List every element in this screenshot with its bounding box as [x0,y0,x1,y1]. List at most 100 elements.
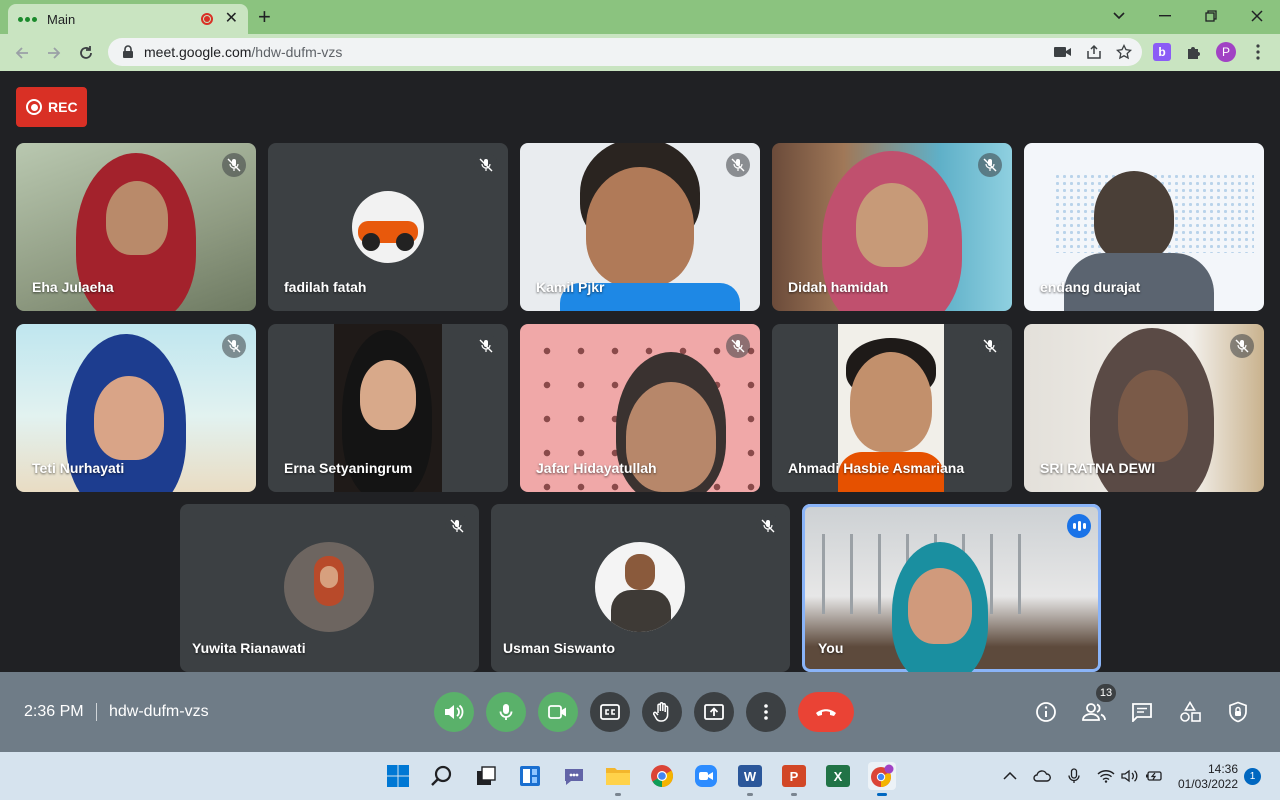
minimize-button[interactable] [1142,0,1188,32]
tab-search-icon[interactable] [1096,0,1142,32]
teams-chat-button[interactable] [560,762,588,790]
divider [96,703,97,721]
word-button[interactable]: W [736,762,764,796]
people-icon [1082,703,1106,721]
task-view-button[interactable] [472,762,500,790]
new-tab-button[interactable]: + [258,4,271,30]
participant-tile[interactable]: Kamil Pjkr [520,143,760,311]
word-icon: W [738,765,762,787]
clock-time: 14:36 [1207,762,1238,776]
captions-button[interactable] [590,692,630,732]
participant-name: Ahmadi Hasbie Asmariana [788,460,965,476]
participant-tile[interactable]: fadilah fatah [268,143,508,311]
excel-icon: X [826,765,850,787]
chat-icon [1132,703,1152,722]
info-icon [1036,702,1056,722]
system-clock[interactable]: 14:36 01/03/2022 [1176,762,1238,792]
participant-name: Didah hamidah [788,279,889,295]
microphone-tray-icon [1068,768,1080,783]
battery-button[interactable] [1144,766,1164,786]
browser-toolbar: meet.google.com/hdw-dufm-vzs b P [0,34,1280,71]
zoom-button[interactable] [692,762,720,790]
microphone-button[interactable] [486,692,526,732]
excel-button[interactable]: X [824,762,852,790]
participant-tile[interactable]: endang durajat [1024,143,1264,311]
battery-icon [1146,771,1162,781]
bookmark-star-icon[interactable] [1116,44,1132,60]
participant-name: Eha Julaeha [32,279,114,295]
participant-tile[interactable]: Erna Setyaningrum [268,324,508,492]
muted-mic-icon [756,514,780,538]
participant-tile[interactable]: Usman Siswanto [491,504,790,672]
meeting-stage: REC Eha Julaeha fadilah fatah Kamil Pjkr… [0,71,1280,672]
taskbar-search-button[interactable] [428,762,456,790]
speaking-indicator-icon [1067,514,1091,538]
participant-name: Usman Siswanto [503,640,616,656]
show-hidden-icons-button[interactable] [1000,766,1020,786]
participant-tile[interactable]: SRI RATNA DEWI [1024,324,1264,492]
extension-b-label: b [1153,43,1171,61]
share-icon[interactable] [1086,44,1102,60]
chrome-profile-taskbar-button[interactable] [868,762,896,796]
people-button[interactable] [1082,700,1106,724]
activities-button[interactable] [1178,700,1202,724]
address-bar[interactable]: meet.google.com/hdw-dufm-vzs [108,38,1142,66]
powerpoint-icon: P [782,765,806,787]
widgets-icon [520,766,540,786]
tab-close-button[interactable]: ✕ [225,11,238,27]
participant-tile[interactable]: Eha Julaeha [16,143,256,311]
participant-face [360,360,416,430]
self-view-tile[interactable]: You [802,504,1101,672]
chrome-taskbar-button[interactable] [648,762,676,790]
search-icon [431,765,452,786]
meet-favicon-icon [18,16,37,22]
speaker-button[interactable] [434,692,474,732]
participant-tile[interactable]: Jafar Hidayatullah [520,324,760,492]
extensions-puzzle-icon[interactable] [1184,42,1204,62]
back-button[interactable] [10,41,34,65]
muted-mic-icon [222,334,246,358]
network-button[interactable] [1096,766,1116,786]
extension-b-icon[interactable]: b [1152,42,1172,62]
microphone-tray-button[interactable] [1064,766,1084,786]
forward-button[interactable] [42,41,66,65]
raise-hand-button[interactable] [642,692,682,732]
camera-icon [548,705,566,719]
file-explorer-button[interactable] [604,762,632,796]
profile-avatar[interactable]: P [1216,42,1236,62]
reload-button[interactable] [74,41,98,65]
host-controls-button[interactable] [1226,700,1250,724]
close-window-button[interactable] [1234,0,1280,32]
profile-initial: P [1216,42,1236,62]
participant-face [106,181,168,255]
participant-tile[interactable]: Ahmadi Hasbie Asmariana [772,324,1012,492]
chrome-profile-icon [871,764,894,787]
camera-permission-icon[interactable] [1054,46,1072,58]
clock-date: 01/03/2022 [1177,777,1238,791]
muted-mic-icon [1230,334,1254,358]
task-view-icon [477,766,496,785]
more-options-button[interactable] [746,692,786,732]
recording-badge[interactable]: REC [16,87,87,127]
participant-tile[interactable]: Teti Nurhayati [16,324,256,492]
tab-main[interactable]: Main ✕ [8,4,248,34]
powerpoint-button[interactable]: P [780,762,808,796]
participant-face [94,376,164,460]
widgets-button[interactable] [516,762,544,790]
start-button[interactable] [384,762,412,790]
chat-button[interactable] [1130,700,1154,724]
camera-button[interactable] [538,692,578,732]
meeting-details-button[interactable] [1034,700,1058,724]
participant-face [586,167,694,287]
activities-shapes-icon [1180,701,1201,722]
participant-tile[interactable]: Didah hamidah [772,143,1012,311]
present-screen-button[interactable] [694,692,734,732]
browser-tabstrip: Main ✕ + [0,0,1280,34]
leave-call-button[interactable] [798,692,854,732]
chrome-menu-icon[interactable] [1248,42,1268,62]
notification-count-badge[interactable]: 1 [1244,768,1261,785]
participant-tile[interactable]: Yuwita Rianawati [180,504,479,672]
onedrive-button[interactable] [1032,766,1052,786]
restore-button[interactable] [1188,0,1234,32]
volume-button[interactable] [1120,766,1140,786]
